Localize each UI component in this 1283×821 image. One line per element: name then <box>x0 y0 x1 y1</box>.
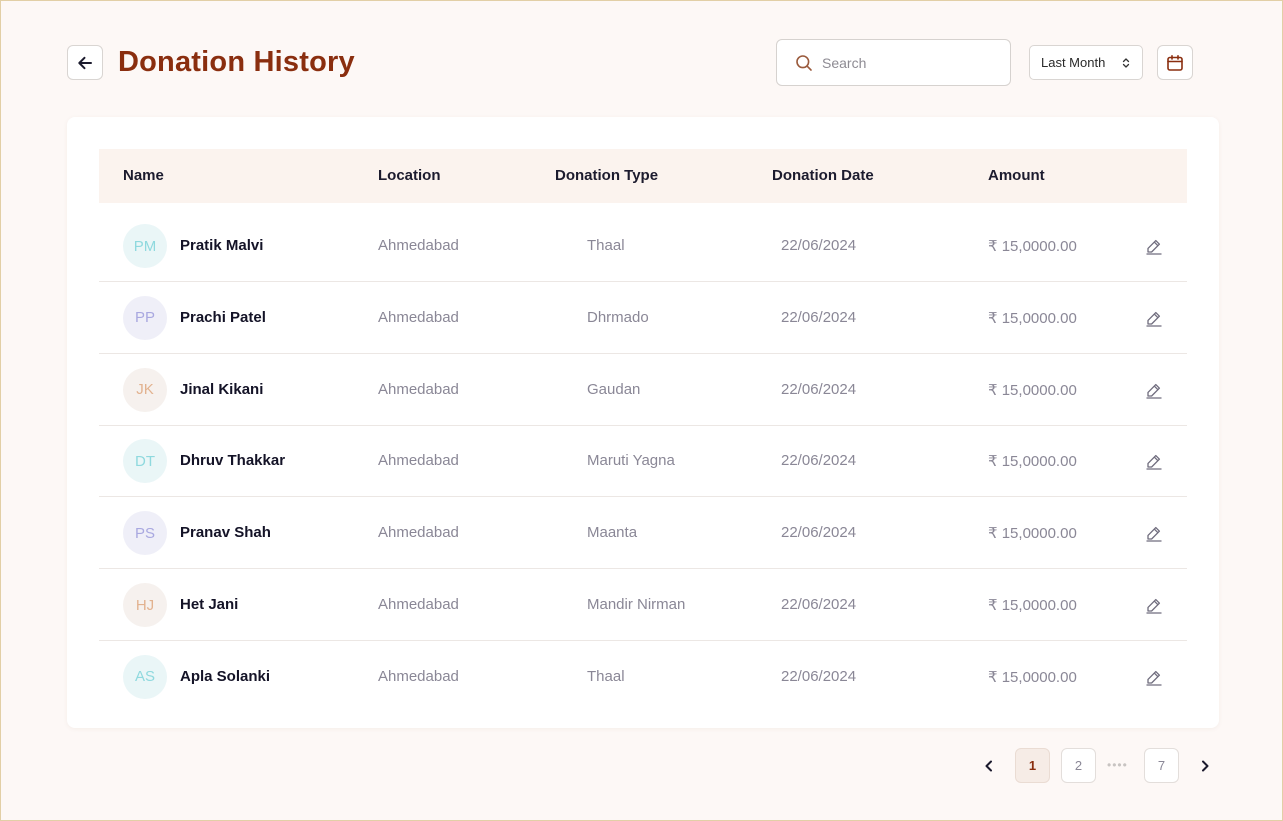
edit-button[interactable] <box>1145 309 1163 327</box>
pagination-prev-button[interactable] <box>979 756 999 776</box>
avatar: PM <box>123 224 167 268</box>
donor-name: Jinal Kikani <box>180 380 264 398</box>
column-header-amount: Amount <box>988 167 1045 184</box>
table-row: PP Prachi Patel Ahmedabad Dhrmado 22/06/2024… <box>99 282 1187 354</box>
avatar: JK <box>123 367 167 412</box>
column-header-donation-date: Donation Date <box>772 167 874 184</box>
donation-amount: ₹ 15,0000.00 <box>988 381 1077 399</box>
edit-button[interactable] <box>1145 596 1163 614</box>
donation-type: Gaudan <box>587 380 641 398</box>
chevron-right-icon <box>1202 760 1209 772</box>
table-row: HJ Het Jani Ahmedabad Mandir Nirman 22/06/20… <box>99 569 1187 641</box>
search-input[interactable] <box>822 54 992 71</box>
donor-name: Pranav Shah <box>180 524 271 542</box>
donation-amount: ₹ 15,0000.00 <box>988 238 1077 255</box>
donor-name: Het Jani <box>180 596 239 613</box>
pagination-page-7[interactable]: 7 <box>1144 748 1179 783</box>
donation-date: 22/06/2024 <box>781 237 857 254</box>
search-box[interactable] <box>776 39 1011 86</box>
donation-type: Maanta <box>587 524 638 542</box>
donation-date: 22/06/2024 <box>781 452 857 470</box>
edit-button[interactable] <box>1145 668 1163 686</box>
edit-button[interactable] <box>1145 237 1163 255</box>
back-button[interactable] <box>67 45 103 80</box>
donation-amount: ₹ 15,0000.00 <box>988 668 1077 686</box>
donation-type: Thaal <box>587 237 625 254</box>
calendar-button[interactable] <box>1157 45 1193 80</box>
arrow-left-icon <box>78 56 92 69</box>
donor-name: Pratik Malvi <box>180 237 264 254</box>
edit-button[interactable] <box>1145 524 1163 542</box>
search-icon <box>796 54 812 71</box>
donor-location: Ahmedabad <box>378 237 459 254</box>
donation-date: 22/06/2024 <box>781 524 857 542</box>
donor-name: Prachi Patel <box>180 308 266 326</box>
period-select[interactable]: Last Month <box>1029 45 1143 80</box>
table-row: PM Pratik Malvi Ahmedabad Thaal 22/06/2024 ₹ … <box>99 210 1187 282</box>
donor-location: Ahmedabad <box>378 380 459 398</box>
table-row: PS Pranav Shah Ahmedabad Maanta 22/06/2024 ₹ … <box>99 497 1187 570</box>
pagination-ellipsis: •••• <box>1107 758 1128 772</box>
donation-amount: ₹ 15,0000.00 <box>988 309 1077 327</box>
period-select-value: Last Month <box>1041 55 1106 70</box>
page: Donation History Last Month Name Locatio… <box>0 0 1283 821</box>
avatar: PS <box>123 511 167 556</box>
pagination-next-button[interactable] <box>1195 756 1215 776</box>
avatar: AS <box>123 654 167 699</box>
avatar: PP <box>123 295 167 340</box>
donation-table-card: Name Location Donation Type Donation Dat… <box>67 117 1219 728</box>
donation-date: 22/06/2024 <box>781 308 857 326</box>
donation-type: Maruti Yagna <box>587 452 675 470</box>
donor-location: Ahmedabad <box>378 308 459 326</box>
pencil-icon <box>1146 670 1162 686</box>
donor-location: Ahmedabad <box>378 667 459 685</box>
donor-location: Ahmedabad <box>378 452 459 470</box>
column-header-name: Name <box>123 167 164 184</box>
pencil-icon <box>1146 239 1162 255</box>
calendar-icon <box>1167 54 1183 71</box>
donation-type: Mandir Nirman <box>587 596 686 613</box>
column-header-donation-type: Donation Type <box>555 167 659 184</box>
chevron-up-down-icon <box>1122 58 1130 68</box>
pencil-icon <box>1146 527 1162 542</box>
donation-amount: ₹ 15,0000.00 <box>988 525 1077 543</box>
donation-amount: ₹ 15,0000.00 <box>988 597 1077 614</box>
donor-name: Apla Solanki <box>180 667 271 685</box>
donor-name: Dhruv Thakkar <box>180 452 286 470</box>
pencil-icon <box>1146 383 1162 399</box>
edit-button[interactable] <box>1145 381 1163 399</box>
table-row: AS Apla Solanki Ahmedabad Thaal 22/06/2024 ₹ … <box>99 641 1187 713</box>
table-row: DT Dhruv Thakkar Ahmedabad Maruti Yagna 22/0… <box>99 425 1187 498</box>
donation-date: 22/06/2024 <box>781 667 857 685</box>
donation-type: Thaal <box>587 667 625 685</box>
pencil-icon <box>1146 598 1162 614</box>
pagination-page-2[interactable]: 2 <box>1061 748 1096 783</box>
column-header-location: Location <box>378 167 441 184</box>
donation-date: 22/06/2024 <box>781 596 857 613</box>
avatar: HJ <box>123 583 167 627</box>
table-row: JK Jinal Kikani Ahmedabad Gaudan 22/06/2024 ₹… <box>99 354 1187 426</box>
donation-type: Dhrmado <box>587 308 649 326</box>
donation-date: 22/06/2024 <box>781 380 857 398</box>
pencil-icon <box>1146 311 1162 327</box>
table-header: Name Location Donation Type Donation Dat… <box>99 149 1187 203</box>
edit-button[interactable] <box>1145 452 1163 471</box>
page-title: Donation History <box>118 46 355 78</box>
pagination-page-1[interactable]: 1 <box>1015 748 1050 783</box>
donation-amount: ₹ 15,0000.00 <box>988 453 1077 471</box>
pencil-icon <box>1146 455 1162 471</box>
avatar: DT <box>123 439 167 484</box>
donor-location: Ahmedabad <box>378 596 459 613</box>
chevron-left-icon <box>985 760 992 772</box>
donor-location: Ahmedabad <box>378 524 459 542</box>
